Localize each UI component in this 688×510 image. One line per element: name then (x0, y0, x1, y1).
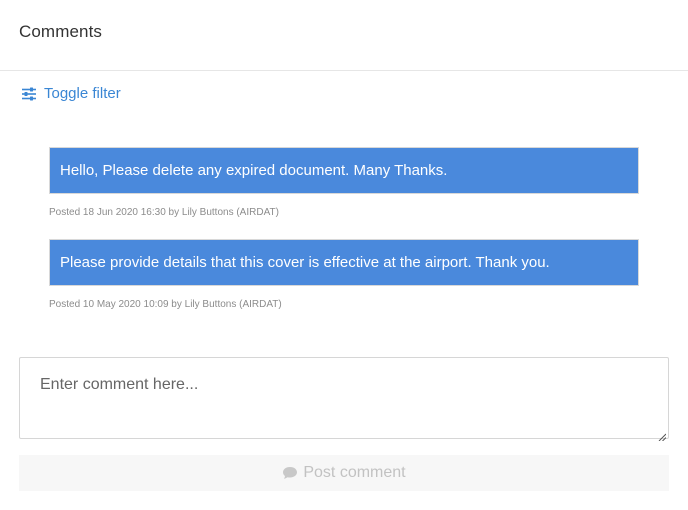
comment-item: Hello, Please delete any expired documen… (49, 147, 639, 219)
resize-handle-icon[interactable] (658, 428, 667, 442)
toggle-filter-label: Toggle filter (44, 85, 121, 102)
sliders-icon (21, 87, 37, 101)
comment-input[interactable] (20, 358, 668, 438)
comment-meta: Posted 10 May 2020 10:09 by Lily Buttons… (49, 299, 282, 310)
comment-item: Please provide details that this cover i… (49, 239, 639, 311)
toggle-filter-link[interactable]: Toggle filter (21, 85, 121, 102)
comment-bubble: Hello, Please delete any expired documen… (49, 147, 639, 194)
post-comment-label: Post comment (303, 464, 406, 481)
comment-input-wrapper (19, 357, 669, 442)
comments-header: Comments (0, 0, 688, 71)
post-comment-button[interactable]: Post comment (19, 455, 669, 491)
comment-icon (282, 466, 298, 480)
comment-list: Hello, Please delete any expired documen… (49, 147, 639, 311)
comment-bubble: Please provide details that this cover i… (49, 239, 639, 286)
comment-meta: Posted 18 Jun 2020 16:30 by Lily Buttons… (49, 207, 279, 218)
page-title: Comments (19, 22, 102, 41)
